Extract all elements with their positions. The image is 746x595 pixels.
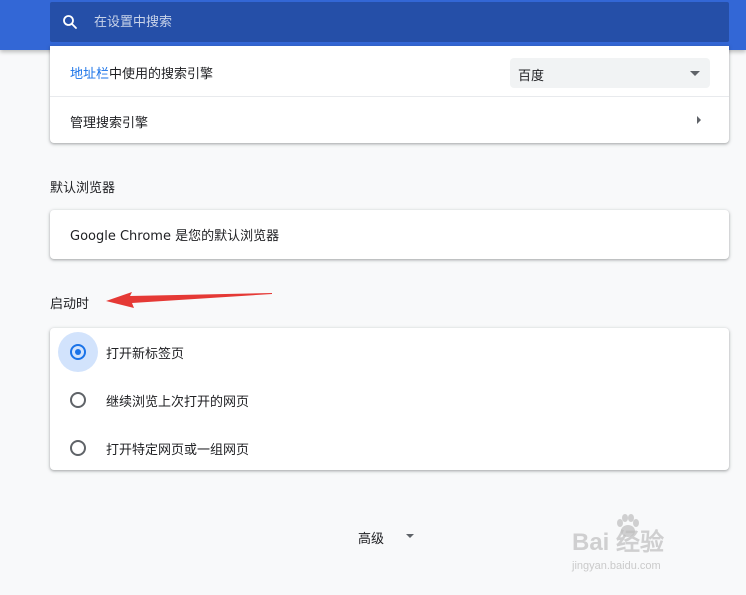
default-browser-card: Google Chrome 是您的默认浏览器 — [50, 210, 729, 259]
watermark-main: Bai 经验 — [572, 529, 665, 556]
radio-button[interactable] — [70, 392, 86, 408]
settings-header — [0, 0, 746, 50]
manage-search-engines-row[interactable]: 管理搜索引擎 — [50, 97, 729, 145]
startup-option-label: 继续浏览上次打开的网页 — [106, 395, 250, 410]
red-annotation-arrow — [106, 292, 272, 308]
startup-option-continue[interactable]: 继续浏览上次打开的网页 — [50, 376, 729, 424]
search-engine-select[interactable]: 百度 — [510, 58, 710, 88]
watermark-url: jingyan.baidu.com — [572, 560, 661, 572]
search-icon — [63, 15, 77, 29]
selected-engine-value: 百度 — [518, 69, 545, 84]
search-engine-card: 地址栏中使用的搜索引擎 百度 管理搜索引擎 — [50, 46, 729, 143]
caret-down-icon — [406, 534, 414, 538]
search-engine-label-text: 中使用的搜索引擎 — [109, 67, 214, 82]
startup-option-new-tab[interactable]: 打开新标签页 — [50, 328, 729, 376]
search-engine-row: 地址栏中使用的搜索引擎 百度 — [50, 48, 729, 96]
startup-card: 打开新标签页 继续浏览上次打开的网页 打开特定网页或一组网页 — [50, 328, 729, 470]
search-engine-label: 地址栏中使用的搜索引擎 — [70, 63, 213, 82]
radio-button[interactable] — [70, 440, 86, 456]
default-browser-status: Google Chrome 是您的默认浏览器 — [70, 229, 280, 244]
radio-dot — [75, 349, 81, 355]
startup-option-label: 打开特定网页或一组网页 — [106, 443, 250, 458]
advanced-label: 高级 — [358, 532, 385, 547]
manage-search-engines-label: 管理搜索引擎 — [70, 116, 149, 131]
startup-title: 启动时 — [50, 297, 90, 312]
settings-search-input[interactable] — [94, 2, 694, 42]
default-browser-title: 默认浏览器 — [50, 181, 116, 196]
startup-option-label: 打开新标签页 — [106, 347, 185, 362]
baidu-jingyan-watermark: Bai 经验 jingyan.baidu.com — [570, 512, 710, 582]
settings-search-box[interactable] — [50, 2, 729, 42]
radio-button-checked[interactable] — [70, 344, 86, 360]
chevron-right-icon — [697, 116, 701, 124]
address-bar-link[interactable]: 地址栏 — [70, 67, 109, 82]
startup-option-specific-pages[interactable]: 打开特定网页或一组网页 — [50, 424, 729, 472]
dropdown-arrow-icon — [690, 71, 700, 76]
